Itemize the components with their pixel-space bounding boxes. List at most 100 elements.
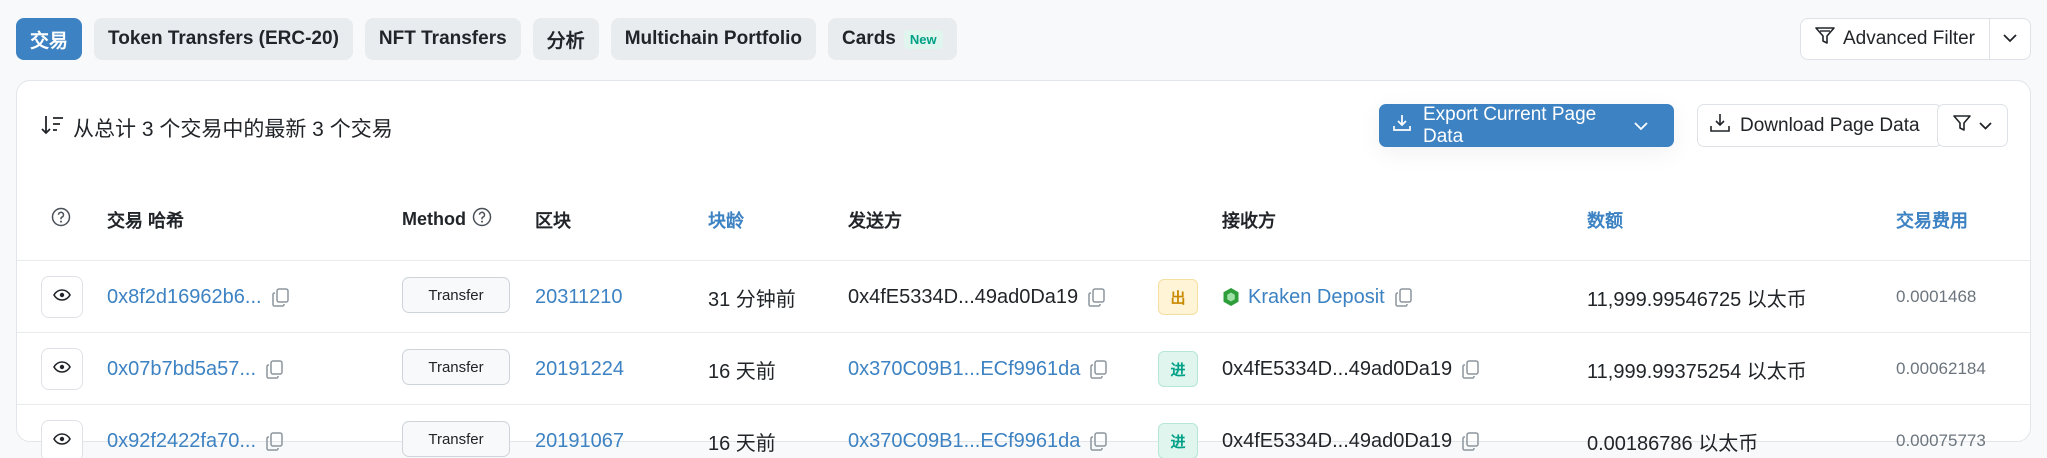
value-cell: 11,999.99546725 以太币 bbox=[1587, 288, 1807, 311]
column-to: 接收方 bbox=[1222, 211, 1276, 231]
block-cell: 20311210 bbox=[535, 261, 623, 333]
advanced-filter-button[interactable]: Advanced Filter bbox=[1801, 19, 1990, 59]
copy-icon[interactable] bbox=[1462, 359, 1479, 379]
method-badge: Transfer bbox=[402, 277, 510, 313]
tab-label: Cards bbox=[842, 28, 896, 49]
copy-icon[interactable] bbox=[266, 359, 283, 379]
direction-badge: 进 bbox=[1158, 423, 1198, 458]
direction-badge: 进 bbox=[1158, 351, 1198, 387]
tx-hash-link[interactable]: 0x92f2422fa70... bbox=[107, 430, 256, 453]
advanced-filter-dropdown[interactable] bbox=[1990, 19, 2030, 59]
from-cell: 0x370C09B1...ECf9961da bbox=[848, 333, 1108, 405]
column-value[interactable]: 数额 bbox=[1587, 207, 1623, 233]
from-cell: 0x370C09B1...ECf9961da bbox=[848, 405, 1108, 458]
tab-multichain-portfolio[interactable]: Multichain Portfolio bbox=[610, 18, 817, 60]
to-cell: Kraken Deposit bbox=[1222, 261, 1412, 333]
copy-icon[interactable] bbox=[1088, 287, 1105, 307]
table-header: 交易 哈希 Method 区块 块龄 发送方 接收方 数额 交易费用 bbox=[17, 176, 2030, 261]
direction-badge: 出 bbox=[1158, 279, 1198, 315]
value-cell: 0.00186786 以太币 bbox=[1587, 432, 1759, 455]
column-filter-button[interactable] bbox=[1937, 104, 2008, 147]
tx-hash-link[interactable]: 0x07b7bd5a57... bbox=[107, 358, 256, 381]
to-address[interactable]: 0x4fE5334D...49ad0Da19 bbox=[1222, 430, 1452, 453]
age-cell: 16 天前 bbox=[708, 360, 776, 383]
column-tx-hash: 交易 哈希 bbox=[107, 211, 185, 231]
copy-icon[interactable] bbox=[271, 287, 289, 307]
to-cell: 0x4fE5334D...49ad0Da19 bbox=[1222, 405, 1479, 458]
to-cell: 0x4fE5334D...49ad0Da19 bbox=[1222, 333, 1479, 405]
help-circle-icon[interactable] bbox=[472, 207, 492, 232]
chevron-down-icon bbox=[2003, 30, 2017, 48]
value-cell: 11,999.99375254 以太币 bbox=[1587, 360, 1807, 383]
column-method: Method bbox=[402, 207, 492, 232]
tab-label: 分析 bbox=[546, 30, 585, 52]
tab-analytics[interactable]: 分析 bbox=[532, 18, 599, 60]
column-age[interactable]: 块龄 bbox=[708, 207, 744, 233]
new-badge: New bbox=[903, 29, 943, 49]
tab-nft-transfers[interactable]: NFT Transfers bbox=[364, 18, 521, 60]
tab-label: Multichain Portfolio bbox=[624, 28, 803, 49]
column-from: 发送方 bbox=[848, 211, 902, 231]
chevron-down-icon bbox=[1634, 115, 1660, 137]
help-circle-icon[interactable] bbox=[51, 207, 71, 227]
block-link[interactable]: 20311210 bbox=[535, 286, 623, 309]
tab-cards[interactable]: Cards New bbox=[828, 18, 957, 60]
tab-label: 交易 bbox=[30, 30, 69, 52]
copy-icon[interactable] bbox=[266, 431, 283, 451]
preview-button[interactable] bbox=[41, 420, 83, 458]
download-icon bbox=[1393, 114, 1423, 138]
kraken-icon bbox=[1222, 287, 1240, 307]
tx-hash-cell: 0x92f2422fa70... bbox=[107, 405, 283, 458]
from-cell: 0x4fE5334D...49ad0Da19 bbox=[848, 261, 1105, 333]
block-link[interactable]: 20191224 bbox=[535, 358, 624, 381]
from-address[interactable]: 0x370C09B1...ECf9961da bbox=[848, 430, 1080, 453]
eye-icon bbox=[53, 288, 71, 306]
tab-transactions[interactable]: 交易 bbox=[16, 18, 83, 60]
fee-cell: 0.0001468 bbox=[1896, 287, 1977, 306]
tabs-bar: 交易 Token Transfers (ERC-20) NFT Transfer… bbox=[16, 18, 2031, 60]
eye-icon bbox=[53, 432, 71, 450]
filter-icon bbox=[1953, 114, 1971, 137]
method-badge: Transfer bbox=[402, 421, 510, 457]
column-fee[interactable]: 交易费用 bbox=[1896, 207, 1968, 233]
preview-button[interactable] bbox=[41, 276, 83, 318]
transactions-summary: 从总计 3 个交易中的最新 3 个交易 bbox=[41, 113, 393, 143]
tx-hash-link[interactable]: 0x8f2d16962b6... bbox=[107, 286, 262, 309]
block-cell: 20191067 bbox=[535, 405, 624, 458]
age-cell: 16 天前 bbox=[708, 432, 776, 455]
download-icon bbox=[1710, 113, 1740, 139]
preview-button[interactable] bbox=[41, 348, 83, 390]
copy-icon[interactable] bbox=[1090, 359, 1108, 379]
tab-label: NFT Transfers bbox=[378, 28, 507, 49]
tx-hash-cell: 0x07b7bd5a57... bbox=[107, 333, 283, 405]
copy-icon[interactable] bbox=[1462, 431, 1479, 451]
copy-icon[interactable] bbox=[1395, 287, 1412, 307]
eye-icon bbox=[53, 360, 71, 378]
advanced-filter-label: Advanced Filter bbox=[1842, 28, 1975, 49]
chevron-down-icon bbox=[1979, 117, 1992, 135]
summary-text: 从总计 3 个交易中的最新 3 个交易 bbox=[73, 118, 393, 141]
fee-cell: 0.00062184 bbox=[1896, 359, 1986, 378]
block-cell: 20191224 bbox=[535, 333, 624, 405]
download-label: Download Page Data bbox=[1740, 114, 1920, 136]
tab-label: Token Transfers (ERC-20) bbox=[108, 28, 339, 49]
to-address[interactable]: Kraken Deposit bbox=[1248, 286, 1385, 309]
to-address[interactable]: 0x4fE5334D...49ad0Da19 bbox=[1222, 358, 1452, 381]
export-current-page-button[interactable]: Export Current Page Data bbox=[1379, 104, 1674, 147]
column-block: 区块 bbox=[535, 211, 571, 231]
transactions-card: 从总计 3 个交易中的最新 3 个交易 Export Current Page … bbox=[16, 80, 2031, 458]
column-method-label: Method bbox=[402, 209, 466, 229]
advanced-filter-group: Advanced Filter bbox=[1799, 18, 2031, 60]
download-page-data-button[interactable]: Download Page Data bbox=[1697, 104, 1942, 147]
block-link[interactable]: 20191067 bbox=[535, 430, 624, 453]
from-address[interactable]: 0x370C09B1...ECf9961da bbox=[848, 358, 1080, 381]
age-cell: 31 分钟前 bbox=[708, 288, 796, 311]
tab-token-transfers[interactable]: Token Transfers (ERC-20) bbox=[94, 18, 353, 60]
export-label: Export Current Page Data bbox=[1423, 103, 1597, 147]
copy-icon[interactable] bbox=[1090, 431, 1108, 451]
fee-cell: 0.00075773 bbox=[1896, 431, 1986, 450]
from-address[interactable]: 0x4fE5334D...49ad0Da19 bbox=[848, 286, 1078, 309]
table-row: 0x8f2d16962b6... Transfer 20311210 31 分钟… bbox=[17, 261, 2030, 333]
sort-icon bbox=[41, 114, 73, 142]
table-row: 0x07b7bd5a57... Transfer 20191224 16 天前 … bbox=[17, 333, 2030, 405]
